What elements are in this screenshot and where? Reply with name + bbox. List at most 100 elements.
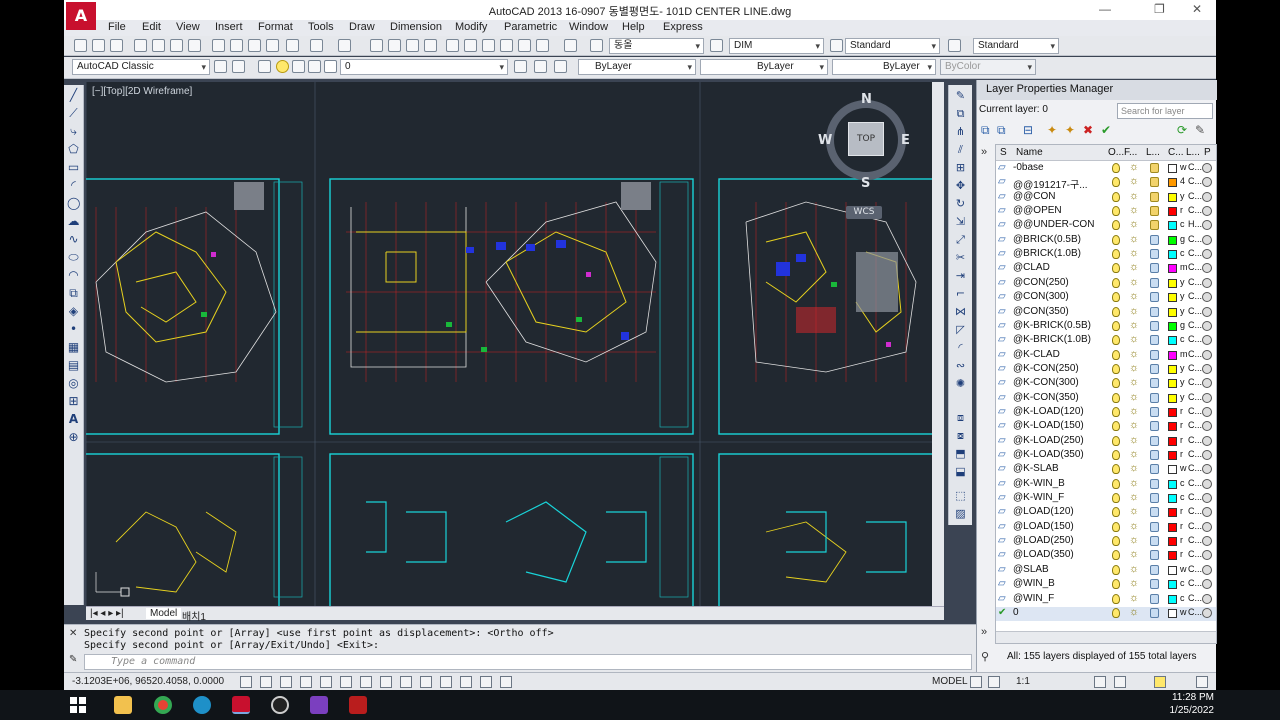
unlock-icon[interactable] xyxy=(1150,277,1159,288)
layer-name[interactable]: @LOAD(250) xyxy=(1013,535,1074,546)
lightbulb-icon[interactable] xyxy=(1112,163,1120,173)
sun-icon[interactable]: ☼ xyxy=(1129,606,1139,618)
layer-linetype[interactable]: C... xyxy=(1188,578,1202,588)
markup-icon[interactable] xyxy=(518,39,531,52)
layer-row[interactable]: ▱ @BRICK(1.0B) ☼ c C... xyxy=(996,247,1216,262)
plot-icon[interactable] xyxy=(1202,521,1212,532)
layer-row[interactable]: ▱ @K-CON(250) ☼ y C... xyxy=(996,362,1216,377)
sun-icon[interactable]: ☼ xyxy=(1129,175,1139,187)
layer-color-swatch[interactable] xyxy=(1168,321,1177,331)
plot-icon[interactable] xyxy=(1202,464,1212,475)
windows-start-icon[interactable] xyxy=(70,697,86,713)
layer-row[interactable]: ▱ @CON(300) ☼ y C... xyxy=(996,290,1216,305)
open-icon[interactable] xyxy=(92,39,105,52)
hatch-icon[interactable]: ▦ xyxy=(67,341,80,354)
layer-state-icon[interactable] xyxy=(554,60,567,73)
unlock-icon[interactable] xyxy=(1150,392,1159,403)
sun-icon[interactable]: ☼ xyxy=(1129,491,1139,503)
col-linetype[interactable]: L... xyxy=(1186,147,1200,158)
lightbulb-icon[interactable] xyxy=(1112,450,1120,460)
unlock-icon[interactable] xyxy=(1150,363,1159,374)
application-menu-button[interactable]: A xyxy=(66,2,96,30)
layer-name[interactable]: @@191217-구... xyxy=(1013,176,1088,191)
layer-name[interactable]: @SLAB xyxy=(1013,564,1049,575)
menu-help[interactable]: Help xyxy=(622,21,645,33)
rotate-icon[interactable]: ↻ xyxy=(954,197,967,210)
menu-draw[interactable]: Draw xyxy=(349,21,375,33)
sun-icon[interactable] xyxy=(292,60,305,73)
unlock-icon[interactable] xyxy=(1150,593,1159,604)
unlock-icon[interactable] xyxy=(1150,421,1159,432)
layer-name[interactable]: @CON(300) xyxy=(1013,291,1069,302)
zoom-window-icon[interactable] xyxy=(406,39,419,52)
autocad-taskbar-icon[interactable] xyxy=(232,696,250,714)
layer-name[interactable]: @WIN_F xyxy=(1013,593,1054,604)
polar-tracking-icon[interactable] xyxy=(320,676,332,688)
lock-icon[interactable] xyxy=(1150,163,1159,173)
layer-name[interactable]: @K-LOAD(150) xyxy=(1013,420,1084,431)
save-icon[interactable] xyxy=(110,39,123,52)
spline-icon[interactable]: ∿ xyxy=(67,233,80,246)
lightbulb-icon[interactable] xyxy=(276,60,289,73)
layer-color-swatch[interactable] xyxy=(1168,207,1177,217)
layer-color-swatch[interactable] xyxy=(1168,551,1177,561)
collapse-filter-tree-icon[interactable]: » xyxy=(981,146,987,158)
lightbulb-icon[interactable] xyxy=(1112,306,1120,317)
sun-icon[interactable]: ☼ xyxy=(1129,161,1139,173)
grid-display-icon[interactable] xyxy=(280,676,292,688)
layer-color-swatch[interactable] xyxy=(1168,608,1177,618)
plot-icon[interactable] xyxy=(1202,550,1212,561)
layer-color-swatch[interactable] xyxy=(1168,465,1177,475)
plot-icon[interactable] xyxy=(1202,306,1212,317)
layer-row[interactable]: ▱ @K-CON(300) ☼ y C... xyxy=(996,376,1216,391)
quick-view-drawings-icon[interactable] xyxy=(988,676,1000,688)
plot-icon[interactable] xyxy=(1202,493,1212,504)
lightbulb-icon[interactable] xyxy=(1112,507,1120,518)
cut-icon[interactable] xyxy=(212,39,225,52)
chamfer-icon[interactable]: ◸ xyxy=(954,323,967,336)
layer-color-swatch[interactable] xyxy=(1168,250,1177,260)
menu-file[interactable]: File xyxy=(108,21,126,33)
layer-row[interactable]: ▱ @WIN_F ☼ c C... xyxy=(996,592,1216,607)
close-cmd-icon[interactable]: ✕ xyxy=(69,628,77,639)
lightbulb-icon[interactable] xyxy=(1112,536,1120,547)
unlock-icon[interactable] xyxy=(1150,507,1159,518)
wrench-icon[interactable]: ✎ xyxy=(69,654,77,665)
plot-icon[interactable] xyxy=(1202,249,1212,260)
lightbulb-icon[interactable] xyxy=(1112,263,1120,274)
ortho-mode-icon[interactable] xyxy=(300,676,312,688)
multileader-style-icon[interactable] xyxy=(948,39,961,52)
layer-linetype[interactable]: C... xyxy=(1188,162,1202,172)
layer-name[interactable]: @BRICK(0.5B) xyxy=(1013,234,1081,245)
plot-icon[interactable] xyxy=(1202,564,1212,575)
plot-icon[interactable] xyxy=(1202,392,1212,403)
infer-constraints-icon[interactable] xyxy=(240,676,252,688)
lightbulb-icon[interactable] xyxy=(1112,378,1120,389)
unlock-icon[interactable] xyxy=(1150,493,1159,504)
layer-color-swatch[interactable] xyxy=(1168,522,1177,532)
draw-order-front-icon[interactable]: ⧈ xyxy=(954,411,967,424)
construction-line-icon[interactable]: ⟋ xyxy=(67,107,80,120)
model-space-toggle[interactable]: MODEL xyxy=(932,676,968,687)
layer-linetype[interactable]: C... xyxy=(1188,435,1202,445)
layer-name[interactable]: @K-CON(350) xyxy=(1013,392,1079,403)
sun-icon[interactable]: ☼ xyxy=(1129,448,1139,460)
layer-name[interactable]: @CLAD xyxy=(1013,262,1050,273)
zoom-previous-icon[interactable] xyxy=(424,39,437,52)
app-g-icon[interactable] xyxy=(349,696,367,714)
mtext-icon[interactable]: A xyxy=(67,413,80,426)
quickcalc-icon[interactable] xyxy=(536,39,549,52)
sun-icon[interactable]: ☼ xyxy=(1129,333,1139,345)
sun-icon[interactable]: ☼ xyxy=(1129,505,1139,517)
maximize-button[interactable]: ❐ xyxy=(1154,2,1165,16)
layer-linetype[interactable]: C... xyxy=(1188,349,1202,359)
layer-linetype[interactable]: C... xyxy=(1188,205,1202,215)
layer-previous-icon[interactable] xyxy=(534,60,547,73)
layer-search-input[interactable]: Search for layer xyxy=(1117,103,1213,119)
quick-properties-icon[interactable] xyxy=(480,676,492,688)
unlock-icon[interactable] xyxy=(1150,335,1159,346)
sun-icon[interactable]: ☼ xyxy=(1129,534,1139,546)
design-center-icon[interactable] xyxy=(464,39,477,52)
col-freeze[interactable]: F... xyxy=(1124,147,1137,158)
col-status[interactable]: S xyxy=(1000,147,1007,158)
